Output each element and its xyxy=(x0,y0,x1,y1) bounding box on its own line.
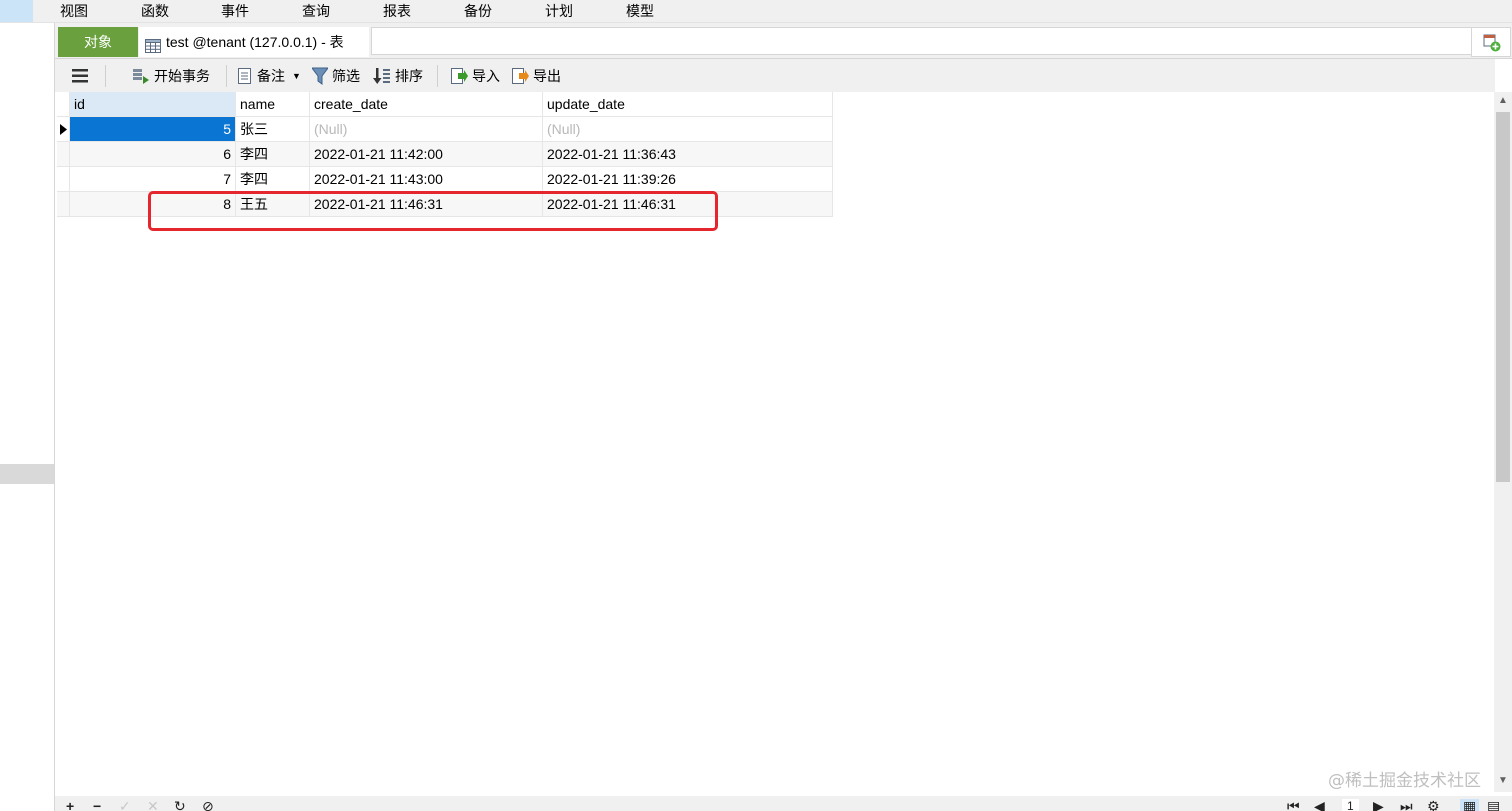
discard-changes-icon[interactable]: ✕ xyxy=(147,799,159,811)
highlight-annotation-box xyxy=(148,191,718,231)
cell-id[interactable]: 6 xyxy=(70,142,236,167)
app-window: 视图 函数 事件 查询 报表 备份 计划 模型 对象 test @tenant … xyxy=(0,0,1512,811)
menu-item-query[interactable]: 查询 xyxy=(302,1,330,21)
column-header-create-date[interactable]: create_date xyxy=(310,92,543,117)
delete-record-icon[interactable]: − xyxy=(93,799,101,811)
cell-name[interactable]: 张三 xyxy=(236,117,310,142)
sort-button[interactable]: 排序 xyxy=(373,59,423,92)
menu-item-backup[interactable]: 备份 xyxy=(464,1,492,21)
bottom-status-bar: + − ✓ ✕ ↻ ⊘ ⏮ ◀ 1 ▶ ⏭ ⚙ ▦ ▤ xyxy=(55,796,1512,811)
sort-icon xyxy=(373,67,390,84)
export-label: 导出 xyxy=(533,67,561,84)
cell-id[interactable]: 7 xyxy=(70,167,236,192)
cell-update-date[interactable]: 2022-01-21 11:36:43 xyxy=(543,142,833,167)
row-indicator[interactable] xyxy=(57,142,70,167)
cell-update-date[interactable]: 2022-01-21 11:39:26 xyxy=(543,167,833,192)
filter-label: 筛选 xyxy=(332,67,360,84)
notes-button[interactable]: 备注 ▼ xyxy=(237,59,301,92)
scrollbar-thumb[interactable] xyxy=(1496,112,1510,482)
scroll-up-icon[interactable]: ▲ xyxy=(1498,95,1508,106)
hamburger-icon xyxy=(72,68,88,82)
grid-view-icon[interactable]: ▦ xyxy=(1460,799,1480,811)
column-header-update-date[interactable]: update_date xyxy=(543,92,833,117)
notes-icon xyxy=(238,67,251,84)
scroll-down-icon[interactable]: ▼ xyxy=(1498,775,1508,786)
tab-table-test[interactable]: test @tenant (127.0.0.1) - 表 xyxy=(139,27,369,57)
current-row-arrow-icon xyxy=(60,124,67,135)
dropdown-caret-icon[interactable]: ▼ xyxy=(292,71,301,81)
add-record-icon[interactable]: + xyxy=(66,799,74,811)
navigation-selected-item[interactable] xyxy=(0,464,54,484)
toolbar-separator xyxy=(437,65,438,87)
row-indicator[interactable] xyxy=(57,117,70,142)
begin-transaction-label: 开始事务 xyxy=(154,67,210,84)
watermark: @稀土掘金技术社区 xyxy=(1328,771,1481,791)
table-icon xyxy=(145,34,161,53)
sort-label: 排序 xyxy=(395,67,423,84)
stop-icon[interactable]: ⊘ xyxy=(202,799,214,811)
navigation-panel[interactable] xyxy=(0,23,55,811)
cell-create-date[interactable]: 2022-01-21 11:43:00 xyxy=(310,167,543,192)
cell-name[interactable]: 李四 xyxy=(236,167,310,192)
cell-create-date[interactable]: (Null) xyxy=(310,117,543,142)
transaction-icon xyxy=(133,68,149,84)
form-view-icon[interactable]: ▤ xyxy=(1487,799,1500,811)
new-tab-button[interactable] xyxy=(1471,27,1511,57)
tab-bar: 对象 test @tenant (127.0.0.1) - 表 xyxy=(55,23,1512,59)
apply-changes-icon[interactable]: ✓ xyxy=(119,799,131,811)
hamburger-menu-button[interactable] xyxy=(72,59,92,92)
menu-item-schedule[interactable]: 计划 xyxy=(545,1,573,21)
import-button[interactable]: 导入 xyxy=(450,59,500,92)
cell-name[interactable]: 李四 xyxy=(236,142,310,167)
import-label: 导入 xyxy=(472,67,500,84)
row-indicator[interactable] xyxy=(57,167,70,192)
begin-transaction-button[interactable]: 开始事务 xyxy=(132,59,210,92)
export-icon xyxy=(512,67,529,84)
menu-item-reports[interactable]: 报表 xyxy=(383,1,411,21)
refresh-icon[interactable]: ↻ xyxy=(174,799,186,811)
notes-label: 备注 xyxy=(257,67,285,84)
toolbar-separator xyxy=(105,65,106,87)
export-button[interactable]: 导出 xyxy=(511,59,561,92)
toolbar-separator xyxy=(226,65,227,87)
menu-item-functions[interactable]: 函数 xyxy=(141,1,169,21)
tab-objects[interactable]: 对象 xyxy=(58,27,138,57)
next-page-icon[interactable]: ▶ xyxy=(1373,799,1384,811)
import-icon xyxy=(451,67,468,84)
tab-table-label: test @tenant (127.0.0.1) - 表 xyxy=(166,34,344,50)
vertical-scrollbar[interactable]: ▲ ▼ xyxy=(1494,92,1512,792)
toolbar: 开始事务 备注 ▼ 筛选 排序 导入 导出 xyxy=(55,59,1495,92)
menu-item-view[interactable]: 视图 xyxy=(60,1,88,21)
cell-id[interactable]: 5 xyxy=(70,117,236,142)
cell-update-date[interactable]: (Null) xyxy=(543,117,833,142)
menu-item-model[interactable]: 模型 xyxy=(626,1,654,21)
filter-button[interactable]: 筛选 xyxy=(312,59,360,92)
header-indicator xyxy=(57,92,70,117)
page-number-field[interactable]: 1 xyxy=(1342,799,1359,811)
cell-create-date[interactable]: 2022-01-21 11:42:00 xyxy=(310,142,543,167)
column-header-name[interactable]: name xyxy=(236,92,310,117)
menu-item-events[interactable]: 事件 xyxy=(221,1,249,21)
first-page-icon[interactable]: ⏮ xyxy=(1287,799,1300,811)
tab-strip-empty xyxy=(371,27,1473,55)
settings-gear-icon[interactable]: ⚙ xyxy=(1427,799,1440,811)
last-page-icon[interactable]: ⏭ xyxy=(1400,799,1413,811)
filter-icon xyxy=(312,67,328,85)
previous-page-icon[interactable]: ◀ xyxy=(1314,799,1325,811)
menu-selected-block[interactable] xyxy=(0,0,33,22)
row-indicator[interactable] xyxy=(57,192,70,217)
column-header-id[interactable]: id xyxy=(70,92,236,117)
add-table-icon xyxy=(1483,34,1501,52)
menu-bar: 视图 函数 事件 查询 报表 备份 计划 模型 xyxy=(0,0,1512,23)
